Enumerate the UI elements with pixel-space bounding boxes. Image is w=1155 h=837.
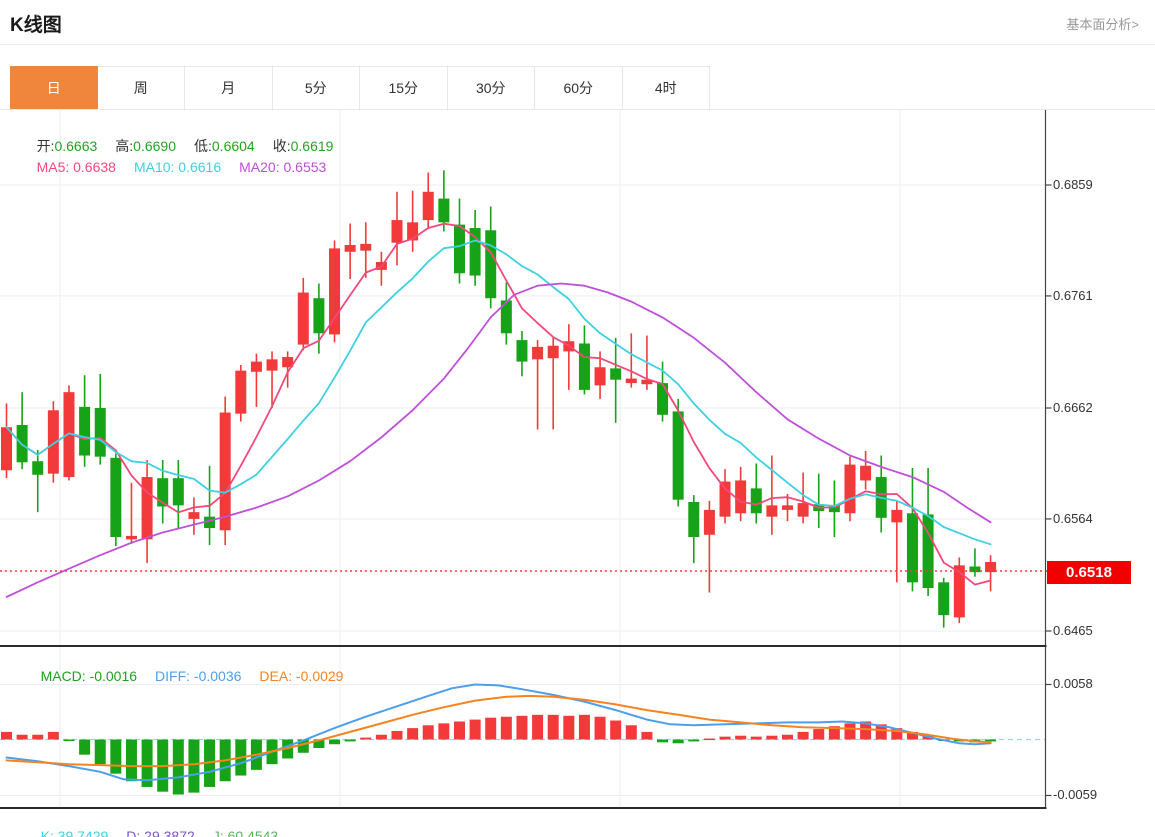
ma5-value: MA5: 0.6638 <box>36 159 116 175</box>
ma10-line <box>5 239 992 546</box>
price-axis-label: 0.6564 <box>1053 510 1093 526</box>
ma20-value: MA20: 0.6553 <box>239 159 327 175</box>
macd-legend: MACD: -0.0016 DIFF: -0.0036 DEA: -0.0029 <box>25 652 361 700</box>
j-value: J: 60.4543 <box>212 828 279 837</box>
macd-value: MACD: -0.0016 <box>40 668 138 684</box>
price-axis-label: 0.6662 <box>1053 400 1093 415</box>
axis-frame <box>0 110 1052 809</box>
ma10-value: MA10: 0.6616 <box>133 159 222 175</box>
price-axis-label: 0.6761 <box>1053 287 1093 303</box>
ma20-line <box>5 282 992 598</box>
gridlines <box>0 110 1046 808</box>
macd-histogram <box>1 714 997 795</box>
ma5-line <box>5 222 992 586</box>
kdj-legend: K: 39.7429 D: 29.3872 J: 60.4543 <box>25 812 296 837</box>
last-price-badge: 0.6518 <box>1047 561 1131 584</box>
dea-value: DEA: -0.0029 <box>259 668 344 684</box>
d-value: D: 29.3872 <box>126 828 195 837</box>
candle-series <box>1 170 997 628</box>
diff-value: DIFF: -0.0036 <box>155 668 242 684</box>
k-value: K: 39.7429 <box>40 828 109 837</box>
price-axis-label: 0.6859 <box>1053 177 1093 192</box>
macd-axis-label: 0.0058 <box>1053 676 1093 692</box>
dea-line <box>5 694 992 768</box>
ma-legend: MA5: 0.6638 MA10: 0.6616 MA20: 0.6553 <box>21 143 344 191</box>
kline-page: K线图 基本面分析> 日周月 5分 15分 30分 60分 4时 开:0.6663 高:0.… <box>0 0 1155 837</box>
macd-axis-label: -0.0059 <box>1053 787 1098 803</box>
price-axis-label: 0.6465 <box>1053 623 1093 638</box>
